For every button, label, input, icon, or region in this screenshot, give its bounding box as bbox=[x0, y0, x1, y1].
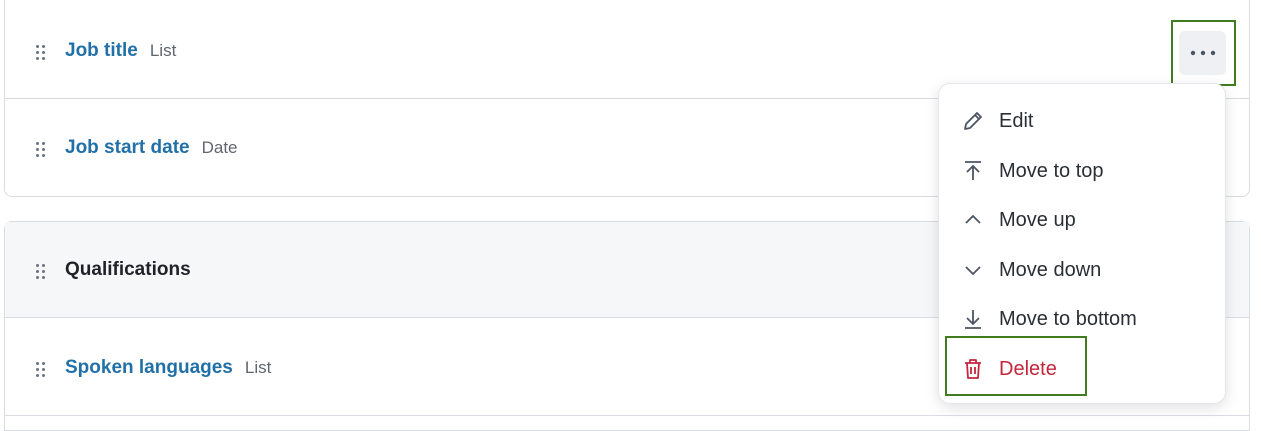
arrow-to-bottom-icon bbox=[965, 310, 981, 329]
menu-item-move-to-top[interactable]: Move to top bbox=[939, 151, 1225, 191]
chevron-up-icon bbox=[965, 214, 981, 224]
highlight-box bbox=[945, 336, 1087, 396]
menu-item-edit[interactable]: Edit bbox=[939, 101, 1225, 141]
menu-item-label: Move down bbox=[999, 258, 1102, 281]
menu-item-move-down[interactable]: Move down bbox=[939, 250, 1225, 290]
field-label: Job start date Date bbox=[65, 137, 238, 159]
field-name-link[interactable]: Spoken languages bbox=[65, 357, 233, 379]
drag-handle-icon[interactable] bbox=[36, 45, 48, 61]
field-type: List bbox=[244, 357, 272, 377]
field-label: Spoken languages List bbox=[65, 357, 271, 379]
menu-item-label: Move to bottom bbox=[999, 307, 1137, 330]
chevron-down-icon bbox=[965, 266, 981, 276]
drag-handle-icon[interactable] bbox=[36, 142, 48, 158]
field-name-link[interactable]: Job title bbox=[65, 40, 138, 62]
field-type: Date bbox=[201, 138, 238, 157]
highlight-box bbox=[1171, 20, 1236, 86]
field-type: List bbox=[149, 40, 177, 60]
menu-item-label: Move up bbox=[999, 208, 1076, 231]
menu-item-move-up[interactable]: Move up bbox=[939, 200, 1225, 240]
drag-handle-icon[interactable] bbox=[36, 264, 48, 280]
group-name: Qualifications bbox=[65, 258, 191, 280]
arrow-to-top-icon bbox=[965, 161, 981, 180]
field-label: Job title List bbox=[65, 40, 176, 62]
group-label: Qualifications bbox=[65, 259, 191, 281]
menu-item-label: Edit bbox=[999, 109, 1034, 132]
drag-handle-icon[interactable] bbox=[36, 362, 48, 378]
menu-item-move-to-bottom[interactable]: Move to bottom bbox=[939, 299, 1225, 339]
menu-item-label: Move to top bbox=[999, 159, 1104, 182]
pencil-icon bbox=[964, 112, 982, 130]
field-name-link[interactable]: Job start date bbox=[65, 137, 190, 159]
